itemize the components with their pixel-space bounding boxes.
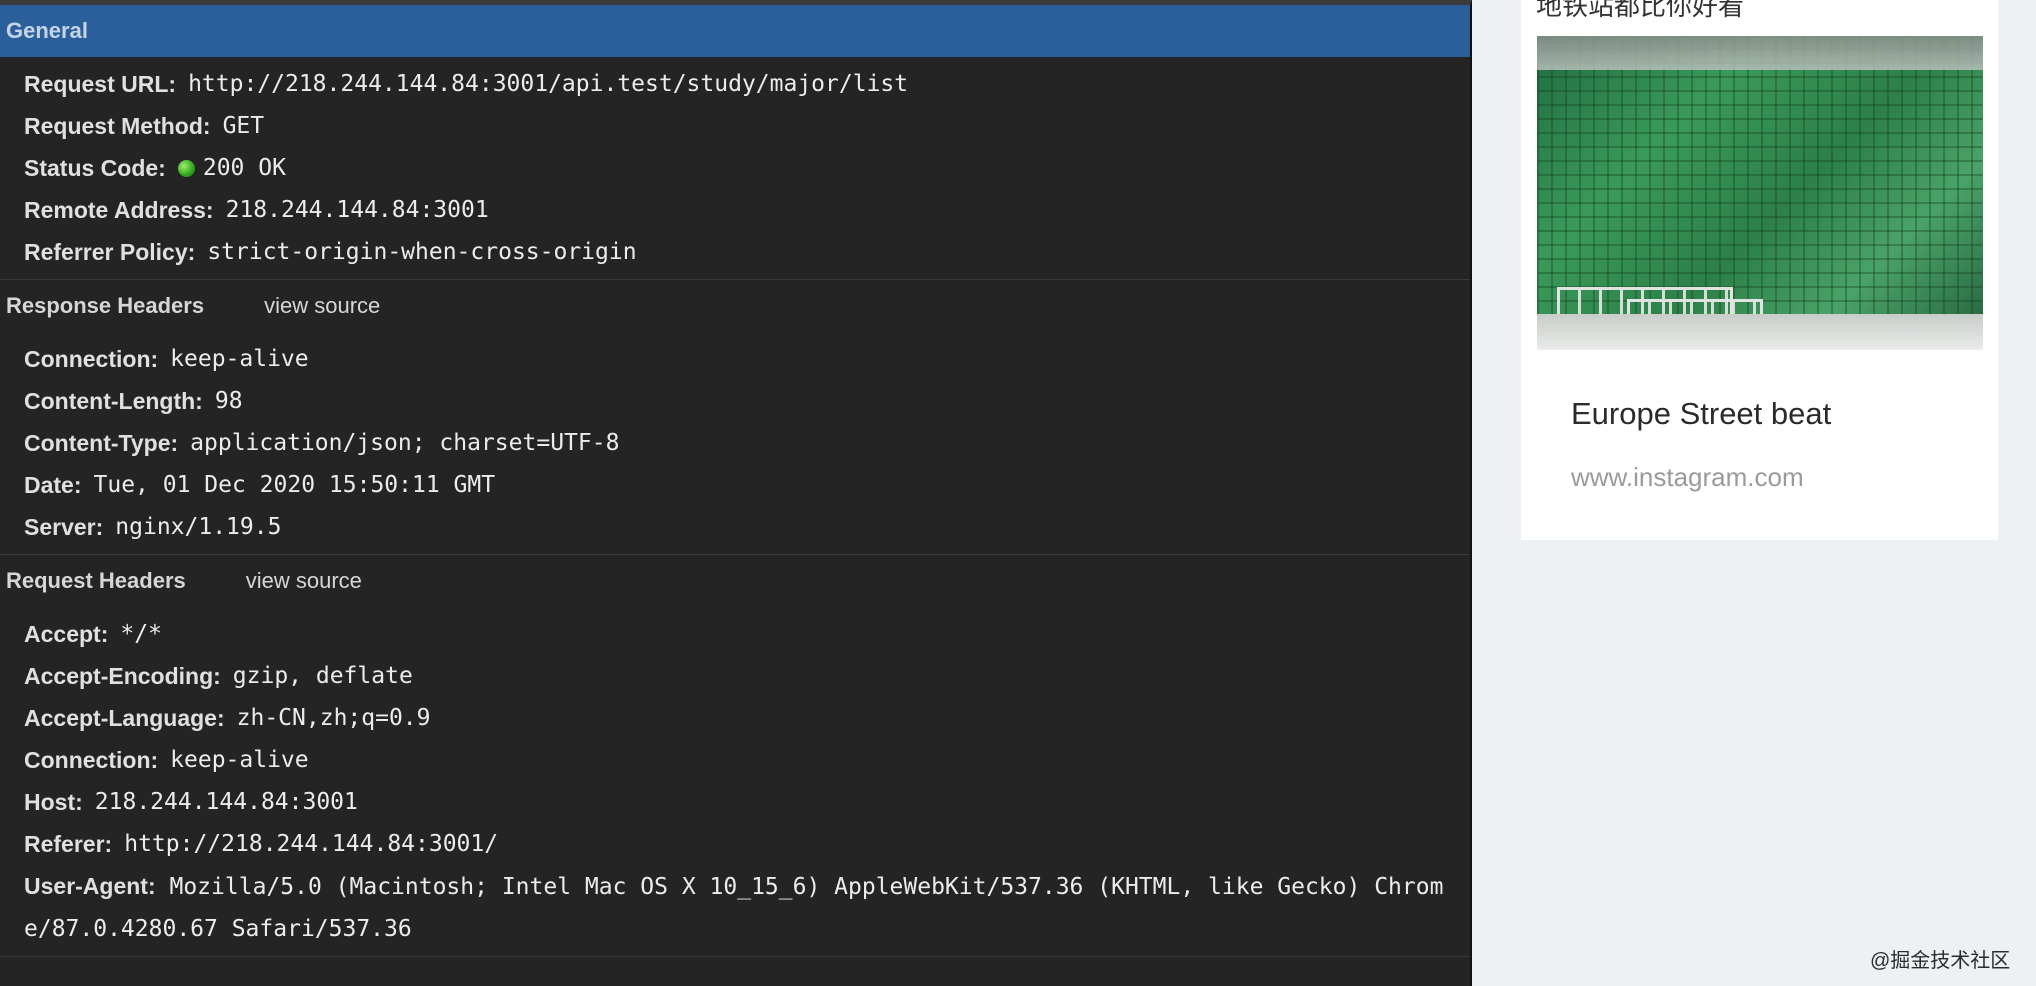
header-key: Accept-Language: [24, 705, 225, 731]
header-key: Referer: [24, 831, 113, 857]
general-rows: Request URL: http://218.244.144.84:3001/… [0, 57, 1470, 279]
header-value[interactable]: strict-origin-when-cross-origin [207, 231, 636, 273]
general-row-remote-address: Remote Address: 218.244.144.84:3001 [0, 189, 1470, 231]
general-row-status-code: Status Code: 200 OK [0, 147, 1470, 189]
header-value[interactable]: 218.244.144.84:3001 [226, 189, 489, 231]
header-value[interactable]: GET [223, 105, 265, 147]
header-value[interactable]: Tue, 01 Dec 2020 15:50:11 GMT [94, 464, 496, 506]
image-card[interactable]: 地铁站都比你好看 Europe Street beat www.instagra… [1521, 0, 1998, 540]
general-section-header[interactable]: General [0, 5, 1470, 57]
card-title: Europe Street beat [1571, 396, 1832, 431]
header-key: Connection: [24, 346, 159, 372]
header-value[interactable]: zh-CN,zh;q=0.9 [237, 697, 431, 739]
response-row-content-type: Content-Type: application/json; charset=… [0, 422, 1470, 464]
request-headers-section-header[interactable]: Request Headers view source [0, 554, 1470, 607]
photo-ceiling [1537, 36, 1983, 70]
response-row-date: Date: Tue, 01 Dec 2020 15:50:11 GMT [0, 464, 1470, 506]
status-dot-icon [177, 159, 195, 177]
request-row-accept-encoding: Accept-Encoding: gzip, deflate [0, 655, 1470, 697]
request-headers-rows: Accept: */* Accept-Encoding: gzip, defla… [0, 607, 1470, 956]
header-key: Accept-Encoding: [24, 663, 221, 689]
header-key: Status Code: [24, 155, 166, 181]
header-value[interactable]: 98 [215, 380, 243, 422]
request-view-source-link[interactable]: view source [246, 568, 362, 594]
card-subtitle: www.instagram.com [1571, 462, 1804, 492]
header-key: User-Agent: [24, 873, 156, 899]
header-key: Referrer Policy: [24, 239, 196, 265]
header-value[interactable]: keep-alive [170, 739, 308, 781]
response-row-connection: Connection: keep-alive [0, 338, 1470, 380]
request-row-accept: Accept: */* [0, 613, 1470, 655]
request-row-user-agent: User-Agent: Mozilla/5.0 (Macintosh; Inte… [0, 865, 1470, 950]
request-headers-title: Request Headers [6, 568, 186, 593]
header-value[interactable]: nginx/1.19.5 [115, 506, 281, 548]
panel-bottom-divider [0, 956, 1470, 957]
card-photo [1537, 36, 1983, 350]
general-row-request-url: Request URL: http://218.244.144.84:3001/… [0, 63, 1470, 105]
photo-floor [1537, 314, 1983, 350]
devtools-headers-panel: General Request URL: http://218.244.144.… [0, 0, 1472, 986]
header-key: Connection: [24, 747, 159, 773]
general-row-referrer-policy: Referrer Policy: strict-origin-when-cros… [0, 231, 1470, 273]
request-row-host: Host: 218.244.144.84:3001 [0, 781, 1470, 823]
response-row-content-length: Content-Length: 98 [0, 380, 1470, 422]
header-key: Server: [24, 514, 104, 540]
response-row-server: Server: nginx/1.19.5 [0, 506, 1470, 548]
response-headers-title: Response Headers [6, 293, 205, 318]
watermark: @掘金技术社区 [1870, 950, 2011, 972]
header-value[interactable]: */* [120, 613, 162, 655]
general-title: General [6, 18, 88, 43]
header-key: Request Method: [24, 113, 211, 139]
status-text: 200 OK [202, 155, 286, 181]
header-value[interactable]: 218.244.144.84:3001 [95, 781, 358, 823]
request-row-connection: Connection: keep-alive [0, 739, 1470, 781]
header-value[interactable]: application/json; charset=UTF-8 [190, 422, 619, 464]
response-headers-section-header[interactable]: Response Headers view source [0, 279, 1470, 332]
header-key: Content-Type: [24, 430, 179, 456]
status-value[interactable]: 200 OK [177, 147, 286, 189]
header-value[interactable]: http://218.244.144.84:3001/ [124, 823, 498, 865]
request-row-referer: Referer: http://218.244.144.84:3001/ [0, 823, 1470, 865]
header-value[interactable]: keep-alive [170, 338, 308, 380]
header-value[interactable]: http://218.244.144.84:3001/api.test/stud… [188, 63, 908, 105]
header-value[interactable]: gzip, deflate [233, 655, 413, 697]
header-key: Host: [24, 789, 83, 815]
card-cut-title: 地铁站都比你好看 [1536, 0, 1745, 21]
header-key: Request URL: [24, 71, 177, 97]
header-key: Remote Address: [24, 197, 214, 223]
request-row-accept-language: Accept-Language: zh-CN,zh;q=0.9 [0, 697, 1470, 739]
response-view-source-link[interactable]: view source [264, 293, 380, 319]
user-agent-line[interactable]: User-Agent: Mozilla/5.0 (Macintosh; Inte… [24, 865, 1454, 950]
header-key: Content-Length: [24, 388, 203, 414]
header-key: Accept: [24, 621, 109, 647]
header-value: Mozilla/5.0 (Macintosh; Intel Mac OS X 1… [24, 874, 1444, 942]
header-key: Date: [24, 472, 82, 498]
general-row-request-method: Request Method: GET [0, 105, 1470, 147]
response-headers-rows: Connection: keep-alive Content-Length: 9… [0, 332, 1470, 554]
